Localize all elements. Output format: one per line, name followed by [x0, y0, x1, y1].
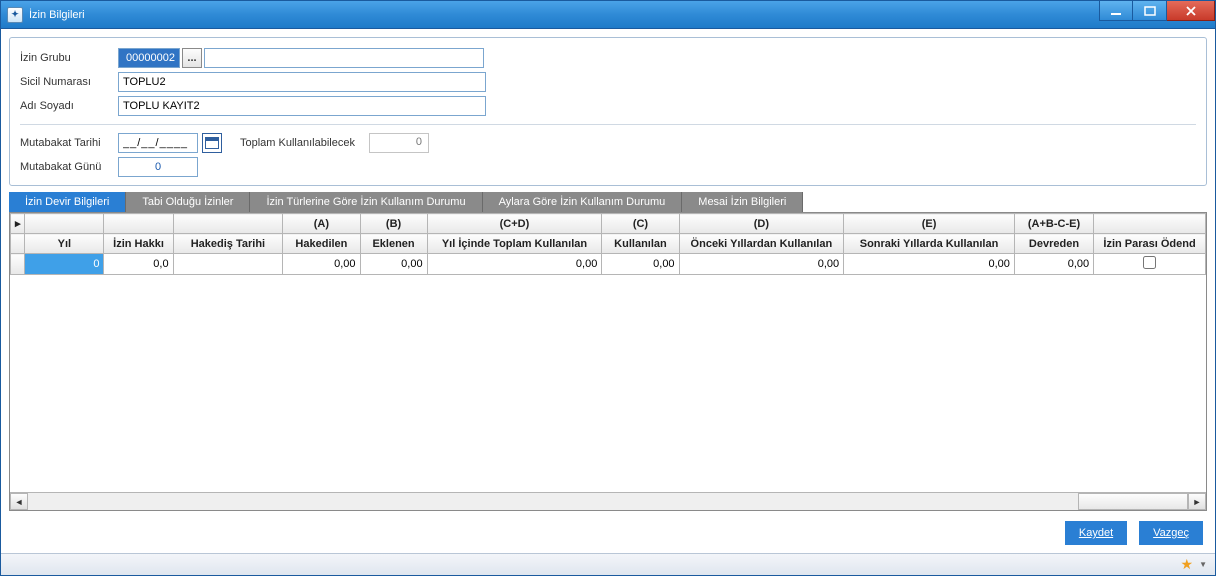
sicil-label: Sicil Numarası [20, 76, 118, 88]
tab-aylara-gore[interactable]: Aylara Göre İzin Kullanım Durumu [483, 192, 683, 212]
mutabakat-gunu-input[interactable] [118, 157, 198, 177]
form-panel: İzin Grubu ... Sicil Numarası Adı Soyadı… [9, 37, 1207, 186]
horizontal-scrollbar[interactable]: ◄ ► [10, 492, 1206, 510]
adi-input[interactable] [118, 96, 486, 116]
star-icon[interactable]: ★ [1181, 556, 1194, 573]
cell-sonraki[interactable]: 0,00 [844, 254, 1015, 275]
grid: ▸ (A) (B) (C+D) (C) (D) (E) (A+B-C-E) [9, 213, 1207, 511]
col-yil[interactable]: Yıl [25, 234, 104, 254]
scroll-right-button[interactable]: ► [1188, 493, 1206, 510]
toplam-label: Toplam Kullanılabilecek [240, 137, 355, 149]
col-hakedis-tarihi[interactable]: Hakediş Tarihi [173, 234, 283, 254]
maximize-button[interactable] [1133, 1, 1167, 21]
table-row[interactable]: 0 0,0 0,00 0,00 0,00 0,00 0,00 0,00 0,00 [11, 254, 1206, 275]
cell-onceki[interactable]: 0,00 [679, 254, 844, 275]
minimize-button[interactable] [1099, 1, 1133, 21]
cell-devreden[interactable]: 0,00 [1014, 254, 1093, 275]
adi-label: Adı Soyadı [20, 100, 118, 112]
tab-mesai-izin[interactable]: Mesai İzin Bilgileri [682, 192, 803, 212]
group-header[interactable]: (A) [283, 214, 360, 234]
group-header[interactable] [104, 214, 173, 234]
save-button[interactable]: Kaydet [1065, 521, 1127, 545]
col-izin-hakki[interactable]: İzin Hakkı [104, 234, 173, 254]
close-button[interactable] [1167, 1, 1215, 21]
statusbar: ★ ▼ [1, 553, 1215, 575]
cell-yil[interactable]: 0 [25, 254, 104, 275]
col-sonraki[interactable]: Sonraki Yıllarda Kullanılan [844, 234, 1015, 254]
group-header[interactable]: (A+B-C-E) [1014, 214, 1093, 234]
col-hakedilen[interactable]: Hakedilen [283, 234, 360, 254]
grid-corner[interactable]: ▸ [11, 214, 25, 234]
izin-grubu-lookup-button[interactable]: ... [182, 48, 202, 68]
sicil-input[interactable] [118, 72, 486, 92]
mutabakat-tarihi-input[interactable] [118, 133, 198, 153]
group-header[interactable]: (C) [602, 214, 679, 234]
calendar-icon[interactable] [202, 133, 222, 153]
group-header[interactable]: (D) [679, 214, 844, 234]
window-title: İzin Bilgileri [29, 9, 85, 21]
group-header[interactable] [25, 214, 104, 234]
tabbar: İzin Devir Bilgileri Tabi Olduğu İzinler… [9, 192, 1207, 213]
app-icon: ✦ [7, 7, 23, 23]
col-izin-parasi[interactable]: İzin Parası Ödend [1094, 234, 1206, 254]
col-yil-toplam[interactable]: Yıl İçinde Toplam Kullanılan [427, 234, 602, 254]
izin-grubu-desc-input[interactable] [204, 48, 484, 68]
cell-hakedis-tarihi[interactable] [173, 254, 283, 275]
toplam-value: 0 [369, 133, 429, 153]
mutabakat-gunu-label: Mutabakat Günü [20, 161, 118, 173]
window-frame: ✦ İzin Bilgileri İzin Grubu ... Si [0, 0, 1216, 576]
col-devreden[interactable]: Devreden [1014, 234, 1093, 254]
cell-izin-parasi[interactable] [1094, 254, 1206, 275]
izin-grubu-input[interactable] [118, 48, 180, 68]
izin-parasi-checkbox[interactable] [1143, 256, 1156, 269]
titlebar[interactable]: ✦ İzin Bilgileri [1, 1, 1215, 29]
mutabakat-tarihi-label: Mutabakat Tarihi [20, 137, 118, 149]
col-onceki[interactable]: Önceki Yıllardan Kullanılan [679, 234, 844, 254]
cancel-button[interactable]: Vazgeç [1139, 521, 1203, 545]
group-header[interactable]: (C+D) [427, 214, 602, 234]
cell-kullanilan[interactable]: 0,00 [602, 254, 679, 275]
group-header[interactable] [173, 214, 283, 234]
col-kullanilan[interactable]: Kullanılan [602, 234, 679, 254]
tab-izin-turlerine[interactable]: İzin Türlerine Göre İzin Kullanım Durumu [250, 192, 482, 212]
cell-yil-toplam[interactable]: 0,00 [427, 254, 602, 275]
group-header[interactable]: (E) [844, 214, 1015, 234]
cell-izin-hakki[interactable]: 0,0 [104, 254, 173, 275]
tab-izin-devir[interactable]: İzin Devir Bilgileri [9, 192, 126, 212]
group-header[interactable] [1094, 214, 1206, 234]
scroll-left-button[interactable]: ◄ [10, 493, 28, 510]
col-eklenen[interactable]: Eklenen [360, 234, 427, 254]
dropdown-icon[interactable]: ▼ [1199, 560, 1207, 569]
izin-grubu-label: İzin Grubu [20, 52, 118, 64]
group-header[interactable]: (B) [360, 214, 427, 234]
tab-tabi-oldugu[interactable]: Tabi Olduğu İzinler [126, 192, 250, 212]
cell-eklenen[interactable]: 0,00 [360, 254, 427, 275]
cell-hakedilen[interactable]: 0,00 [283, 254, 360, 275]
